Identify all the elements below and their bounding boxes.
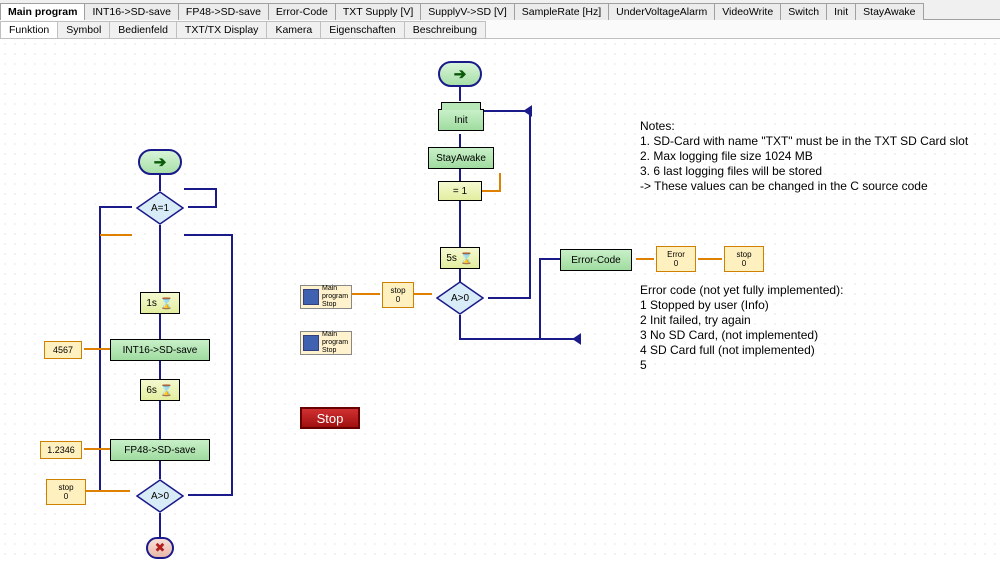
- var-error-label: Error: [667, 250, 685, 259]
- program-tab-5[interactable]: SupplyV->SD [V]: [420, 3, 515, 20]
- subcall-fp48-sd-save[interactable]: FP48->SD-save: [110, 439, 210, 461]
- wait-1s-label: 1s: [146, 298, 157, 309]
- start-block-left[interactable]: ➔: [138, 149, 182, 175]
- view-tab-2[interactable]: Bedienfeld: [109, 21, 177, 38]
- program-tab-9[interactable]: Switch: [780, 3, 827, 20]
- end-block[interactable]: ✖: [146, 537, 174, 559]
- runner-icon: ➔: [154, 153, 167, 171]
- hourglass-icon: ⌛: [160, 384, 174, 397]
- program-tab-1[interactable]: INT16->SD-save: [84, 3, 178, 20]
- hourglass-icon: ⌛: [160, 297, 174, 310]
- const-4567-label: 4567: [53, 345, 73, 355]
- var-stop-r[interactable]: stop 0: [724, 246, 764, 272]
- notes-block: Notes: 1. SD-Card with name "TXT" must b…: [640, 119, 990, 194]
- program-tab-0[interactable]: Main program: [0, 3, 85, 20]
- miniprog-stop-2[interactable]: Main programStop: [300, 331, 352, 355]
- branch-a-eq-1[interactable]: A=1: [136, 191, 184, 225]
- view-tab-6[interactable]: Beschreibung: [404, 21, 486, 38]
- miniprog-label: Main program: [322, 285, 349, 301]
- var-stop-left-label: stop: [58, 483, 73, 492]
- subcall-error-code-label: Error-Code: [571, 255, 620, 266]
- error-notes-line: 5: [640, 358, 990, 373]
- branch-a-gt-0-main[interactable]: A>0: [436, 281, 484, 315]
- miniprog-icon: [303, 289, 319, 305]
- notes-title: Notes:: [640, 119, 990, 134]
- var-stop-mid-label: stop: [390, 286, 405, 295]
- miniprog-label: Main program: [322, 331, 349, 347]
- program-tab-8[interactable]: VideoWrite: [714, 3, 781, 20]
- miniprog-action: Stop: [322, 301, 349, 309]
- program-tab-6[interactable]: SampleRate [Hz]: [514, 3, 609, 20]
- var-error[interactable]: Error 0: [656, 246, 696, 272]
- var-stop-left-val: 0: [64, 492, 68, 501]
- subcall-init-label: Init: [454, 115, 467, 126]
- start-block-main[interactable]: ➔: [438, 61, 482, 87]
- hourglass-icon: ⌛: [460, 252, 474, 265]
- var-stop-mid[interactable]: stop 0: [382, 282, 414, 308]
- branch-label: A=1: [136, 191, 184, 225]
- wait-6s[interactable]: 6s⌛: [140, 379, 180, 401]
- subcall-int16-sd-save[interactable]: INT16->SD-save: [110, 339, 210, 361]
- program-tab-10[interactable]: Init: [826, 3, 856, 20]
- var-stop-mid-val: 0: [396, 295, 400, 304]
- stop-button-label: Stop: [317, 411, 344, 426]
- branch-label: A>0: [436, 281, 484, 315]
- var-stop-r-val: 0: [742, 259, 746, 268]
- notes-line: 2. Max logging file size 1024 MB: [640, 149, 990, 164]
- const-12346-label: 1.2346: [47, 445, 75, 455]
- assign-block-1-label: = 1: [453, 186, 467, 197]
- stop-man-icon: ✖: [155, 540, 166, 556]
- error-notes-line: 3 No SD Card, (not implemented): [640, 328, 990, 343]
- program-tab-bar: Main programINT16->SD-saveFP48->SD-saveE…: [0, 0, 1000, 20]
- view-tab-0[interactable]: Funktion: [0, 21, 58, 38]
- branch-a-gt-0-left[interactable]: A>0: [136, 479, 184, 513]
- wait-1s[interactable]: 1s⌛: [140, 292, 180, 314]
- const-4567[interactable]: 4567: [44, 341, 82, 359]
- error-notes-line: 1 Stopped by user (Info): [640, 298, 990, 313]
- error-notes-title: Error code (not yet fully implemented):: [640, 283, 990, 298]
- program-tab-7[interactable]: UnderVoltageAlarm: [608, 3, 715, 20]
- flow-canvas[interactable]: ➔ Init StayAwake = 1 5s⌛ A>0 Error-Code …: [0, 39, 1000, 563]
- branch-label: A>0: [136, 479, 184, 513]
- subcall-stayawake-label: StayAwake: [436, 153, 486, 164]
- stop-button[interactable]: Stop: [300, 407, 360, 429]
- subcall-init[interactable]: Init: [438, 109, 484, 131]
- program-tab-11[interactable]: StayAwake: [855, 3, 923, 20]
- notes-line: 3. 6 last logging files will be stored: [640, 164, 990, 179]
- view-tab-1[interactable]: Symbol: [57, 21, 110, 38]
- wait-5s[interactable]: 5s⌛: [440, 247, 480, 269]
- miniprog-action: Stop: [322, 347, 349, 355]
- subcall-stayawake[interactable]: StayAwake: [428, 147, 494, 169]
- program-tab-3[interactable]: Error-Code: [268, 3, 336, 20]
- view-tab-bar: FunktionSymbolBedienfeldTXT/TX DisplayKa…: [0, 20, 1000, 39]
- subcall-fp48-label: FP48->SD-save: [124, 445, 195, 456]
- error-notes-line: 4 SD Card full (not implemented): [640, 343, 990, 358]
- subcall-int16-label: INT16->SD-save: [123, 345, 198, 356]
- program-tab-4[interactable]: TXT Supply [V]: [335, 3, 421, 20]
- view-tab-3[interactable]: TXT/TX Display: [176, 21, 268, 38]
- view-tab-4[interactable]: Kamera: [266, 21, 321, 38]
- subcall-error-code[interactable]: Error-Code: [560, 249, 632, 271]
- wait-5s-label: 5s: [446, 253, 457, 264]
- error-notes-line: 2 Init failed, try again: [640, 313, 990, 328]
- notes-line: 1. SD-Card with name "TXT" must be in th…: [640, 134, 990, 149]
- notes-line: -> These values can be changed in the C …: [640, 179, 990, 194]
- miniprog-icon: [303, 335, 319, 351]
- view-tab-5[interactable]: Eigenschaften: [320, 21, 405, 38]
- var-stop-r-label: stop: [736, 250, 751, 259]
- runner-icon: ➔: [454, 65, 467, 83]
- const-12346[interactable]: 1.2346: [40, 441, 82, 459]
- program-tab-2[interactable]: FP48->SD-save: [178, 3, 269, 20]
- var-stop-left[interactable]: stop 0: [46, 479, 86, 505]
- var-error-val: 0: [674, 259, 678, 268]
- wait-6s-label: 6s: [146, 385, 157, 396]
- error-notes-block: Error code (not yet fully implemented): …: [640, 283, 990, 373]
- assign-block-1[interactable]: = 1: [438, 181, 482, 201]
- miniprog-stop-1[interactable]: Main programStop: [300, 285, 352, 309]
